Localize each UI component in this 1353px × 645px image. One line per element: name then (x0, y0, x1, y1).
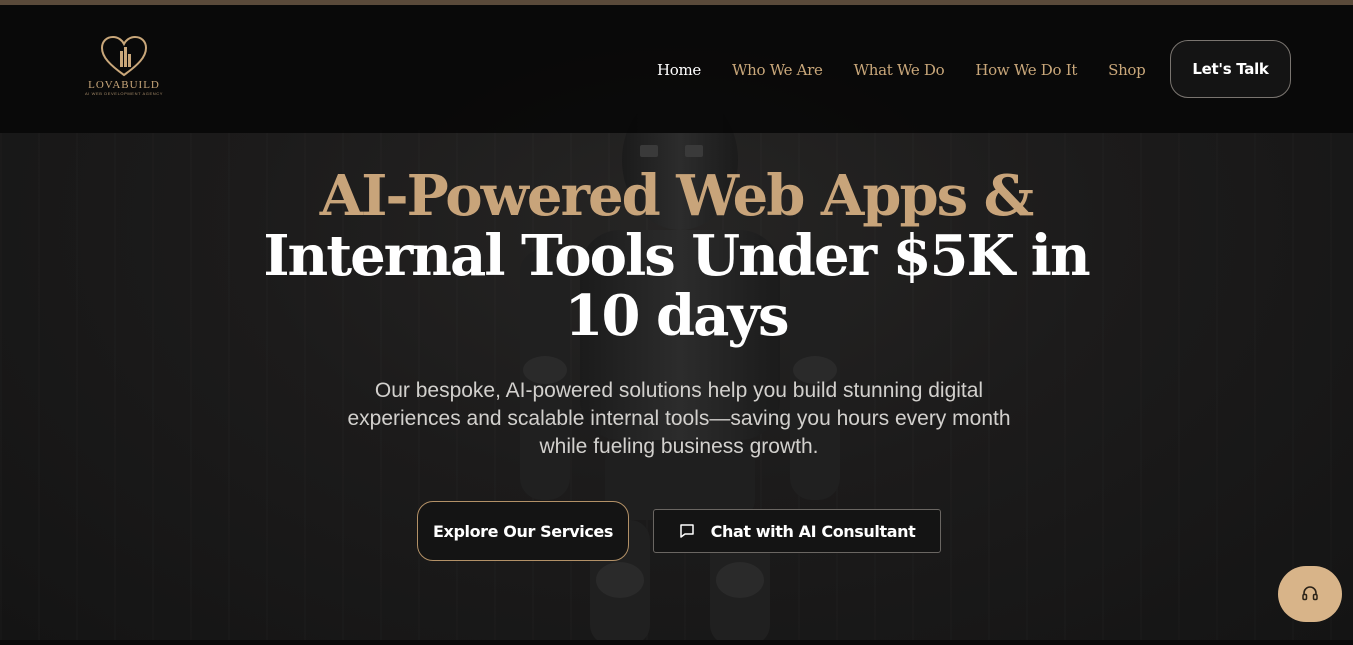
hero-title-line-3: 10 days (564, 283, 790, 349)
page: LOVABUILD AI WEB DEVELOPMENT AGENCY Home… (0, 0, 1353, 645)
logo-name: LOVABUILD (88, 79, 160, 91)
hero-title-line-2: Internal Tools Under $5K in (263, 223, 1090, 289)
lets-talk-button[interactable]: Let's Talk (1170, 40, 1291, 98)
hero-title: AI-Powered Web Apps & Internal Tools Und… (176, 166, 1176, 346)
nav-item-home[interactable]: Home (657, 61, 701, 79)
hero-title-line-1: AI-Powered Web Apps & (319, 163, 1034, 229)
logo-tagline: AI WEB DEVELOPMENT AGENCY (84, 91, 164, 96)
nav-item-what-we-do[interactable]: What We Do (854, 61, 945, 79)
nav-item-how-we-do-it[interactable]: How We Do It (975, 61, 1077, 79)
main-nav: Home Who We Are What We Do How We Do It … (657, 59, 1146, 81)
headset-icon (1302, 586, 1318, 601)
chat-ai-consultant-label: Chat with AI Consultant (710, 521, 916, 541)
site-header: LOVABUILD AI WEB DEVELOPMENT AGENCY Home… (0, 5, 1353, 133)
nav-item-shop[interactable]: Shop (1108, 61, 1146, 79)
bottom-edge (0, 640, 1353, 645)
logo[interactable]: LOVABUILD AI WEB DEVELOPMENT AGENCY (78, 35, 170, 105)
heart-building-icon (100, 35, 148, 77)
chat-ai-consultant-button[interactable]: Chat with AI Consultant (653, 509, 941, 553)
hero-subtitle: Our bespoke, AI-powered solutions help y… (347, 379, 1011, 458)
chat-bubble-icon (679, 524, 694, 538)
support-chat-button[interactable] (1278, 566, 1342, 622)
nav-item-who-we-are[interactable]: Who We Are (732, 61, 823, 79)
explore-services-button[interactable]: Explore Our Services (417, 501, 629, 561)
